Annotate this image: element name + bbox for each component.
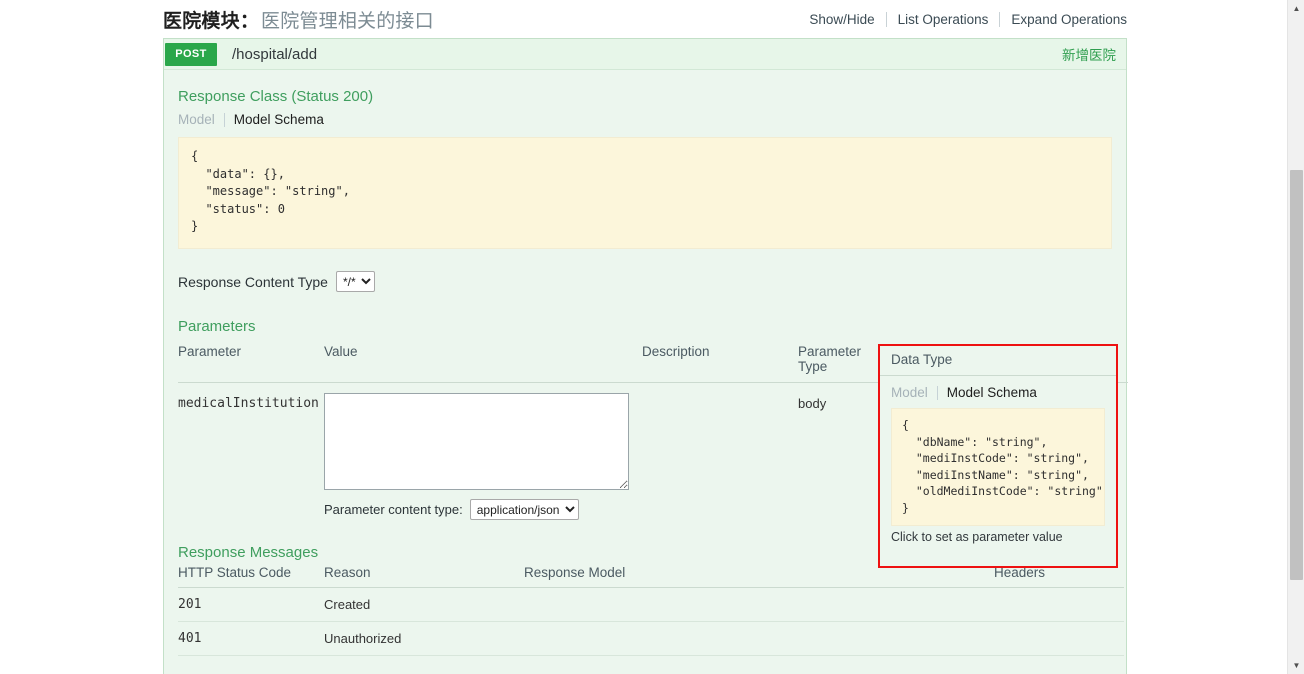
response-model — [524, 621, 994, 656]
table-row: 401 Unauthorized — [178, 621, 1124, 656]
data-type-tab-model[interactable]: Model — [891, 385, 937, 400]
column-headers: Headers — [994, 565, 1124, 588]
tab-model[interactable]: Model — [178, 112, 224, 127]
scrollbar-thumb[interactable] — [1290, 170, 1303, 580]
resource-controls: Show/Hide List Operations Expand Operati… — [798, 11, 1127, 27]
column-response-model: Response Model — [524, 565, 994, 588]
parameter-content-type-label: Parameter content type: — [324, 502, 463, 517]
response-messages-table: HTTP Status Code Reason Response Model H… — [178, 565, 1124, 656]
browser-scrollbar[interactable]: ▲ ▼ — [1287, 0, 1304, 674]
response-status-code: 201 — [178, 587, 324, 622]
parameter-value-cell: Parameter content type: application/json — [324, 383, 642, 520]
table-row: 201 Created — [178, 587, 1124, 622]
response-headers — [994, 621, 1124, 656]
response-messages-header-row: HTTP Status Code Reason Response Model H… — [178, 565, 1124, 588]
tab-model-schema[interactable]: Model Schema — [225, 112, 324, 127]
operation-heading[interactable]: POST /hospital/add 新增医院 — [164, 39, 1126, 70]
resource-title: 医院模块： 医院管理相关的接口 — [163, 6, 434, 33]
column-http-status-code: HTTP Status Code — [178, 565, 324, 588]
parameters-heading: Parameters — [178, 318, 256, 335]
response-status-code: 401 — [178, 621, 324, 656]
swagger-ui-page: 医院模块： 医院管理相关的接口 Show/Hide List Operations… — [0, 0, 1304, 674]
set-parameter-value-hint[interactable]: Click to set as parameter value — [891, 526, 1105, 544]
resource-title-text: 医院模块 — [163, 10, 240, 32]
resource-title-separator: ： — [239, 10, 260, 32]
data-type-body: Model Model Schema { "dbName": "string",… — [880, 376, 1116, 544]
response-content-type-label: Response Content Type — [178, 273, 328, 290]
response-reason: Created — [324, 587, 524, 622]
parameter-description — [642, 383, 798, 521]
parameter-type: body — [798, 396, 827, 411]
show-hide-link[interactable]: Show/Hide — [798, 12, 885, 27]
parameter-name: medicalInstitution — [178, 396, 319, 411]
response-reason: Unauthorized — [324, 621, 524, 656]
operation-summary[interactable]: 新增医院 — [1062, 44, 1116, 64]
response-class-heading: Response Class (Status 200) — [178, 88, 374, 105]
response-model — [524, 587, 994, 622]
data-type-schema-code[interactable]: { "dbName": "string", "mediInstCode": "s… — [891, 408, 1105, 526]
column-parameter: Parameter — [178, 344, 324, 383]
data-type-header: Data Type — [880, 346, 1116, 376]
column-reason: Reason — [324, 565, 524, 588]
data-type-tab-model-schema[interactable]: Model Schema — [938, 385, 1037, 400]
resource-header: 医院模块： 医院管理相关的接口 Show/Hide List Operations… — [163, 0, 1127, 38]
parameter-value-input[interactable] — [324, 393, 629, 490]
scroll-down-arrow-icon[interactable]: ▼ — [1288, 657, 1304, 674]
response-headers — [994, 587, 1124, 622]
response-schema-code: { "data": {}, "message": "string", "stat… — [178, 137, 1112, 249]
scroll-up-arrow-icon[interactable]: ▲ — [1288, 0, 1304, 17]
column-parameter-type: Parameter Type — [798, 344, 882, 383]
parameter-content-type-row: Parameter content type: application/json — [324, 499, 642, 520]
resource-description: 医院管理相关的接口 — [261, 10, 434, 32]
expand-operations-link[interactable]: Expand Operations — [1000, 12, 1127, 27]
column-description: Description — [642, 344, 798, 383]
response-content-type-select[interactable]: */* — [335, 271, 375, 292]
parameter-content-type-select[interactable]: application/json — [469, 499, 579, 520]
http-method-badge[interactable]: POST — [165, 42, 217, 66]
response-model-tabs: Model Model Schema — [178, 112, 1112, 127]
data-type-panel: Data Type Model Model Schema { "dbName":… — [878, 344, 1118, 568]
response-content-type-row: Response Content Type */* — [178, 271, 1112, 292]
operation-path[interactable]: /hospital/add — [232, 46, 317, 63]
list-operations-link[interactable]: List Operations — [887, 12, 1000, 27]
column-value: Value — [324, 344, 642, 383]
data-type-model-tabs: Model Model Schema — [891, 385, 1105, 400]
